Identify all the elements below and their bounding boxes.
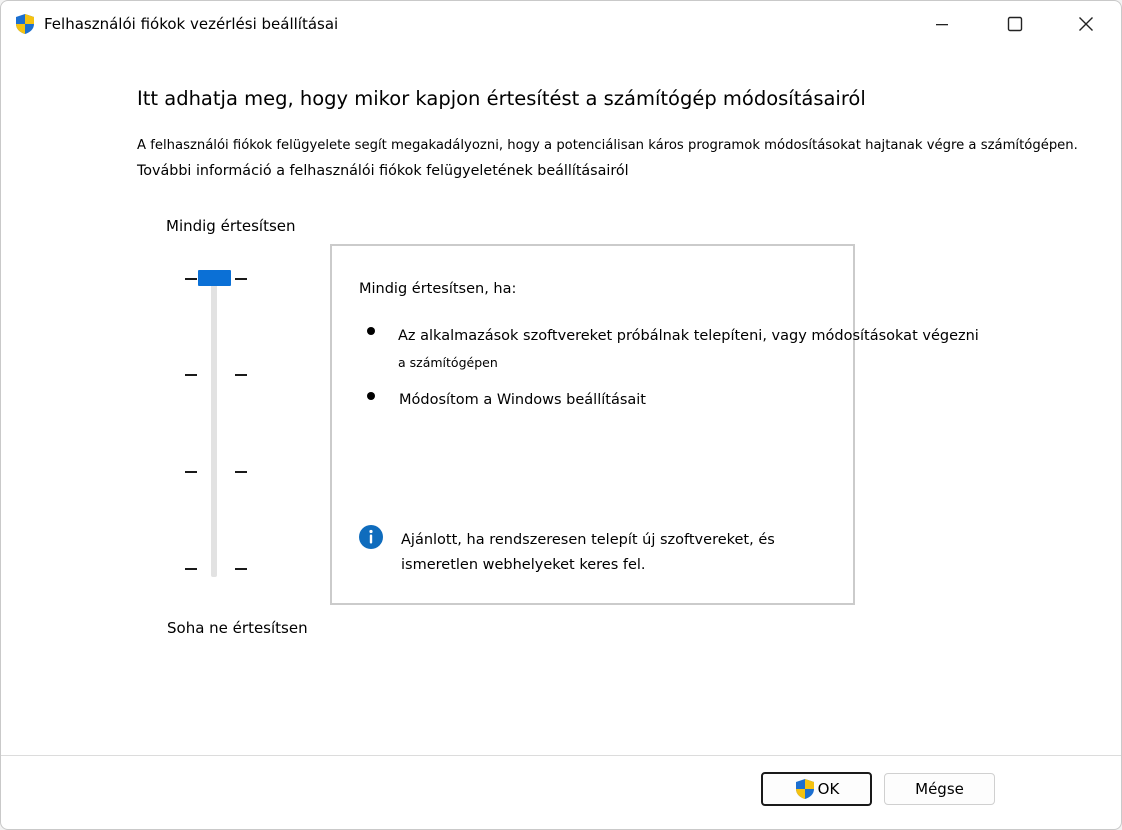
slider-tick-right bbox=[235, 278, 247, 280]
info-heading: Mindig értesítsen, ha: bbox=[359, 281, 517, 297]
notification-level-slider[interactable] bbox=[181, 261, 251, 581]
slider-tick-right bbox=[235, 374, 247, 376]
minimize-icon bbox=[936, 24, 948, 26]
slider-thumb[interactable] bbox=[198, 270, 231, 286]
info-icon bbox=[359, 525, 383, 549]
ok-button-label: OK bbox=[817, 780, 840, 798]
uac-shield-icon bbox=[14, 13, 36, 35]
cancel-button[interactable]: Mégse bbox=[884, 773, 995, 805]
slider-tick-right bbox=[235, 568, 247, 570]
bullet-text: Módosítom a Windows beállításait bbox=[399, 392, 646, 408]
footer-separator bbox=[1, 755, 1121, 756]
page-heading: Itt adhatja meg, hogy mikor kapjon értes… bbox=[137, 87, 866, 110]
minimize-button[interactable] bbox=[907, 1, 977, 47]
close-icon bbox=[1079, 17, 1093, 31]
slider-tick-right bbox=[235, 471, 247, 473]
more-info-link[interactable]: További információ a felhasználói fiókok… bbox=[137, 163, 629, 179]
page-description: A felhasználói fiókok felügyelete segít … bbox=[137, 138, 1078, 153]
bullet-icon bbox=[367, 327, 375, 335]
uac-settings-window: Felhasználói fiókok vezérlési beállítása… bbox=[0, 0, 1122, 830]
slider-top-label: Mindig értesítsen bbox=[166, 217, 296, 235]
slider-tick-left bbox=[185, 278, 197, 280]
slider-tick-left bbox=[185, 374, 197, 376]
slider-tick-left bbox=[185, 471, 197, 473]
recommendation-text: Ajánlott, ha rendszeresen telepít új szo… bbox=[401, 532, 775, 548]
slider-track[interactable] bbox=[211, 273, 217, 577]
window-title: Felhasználói fiókok vezérlési beállítása… bbox=[44, 15, 339, 33]
info-panel bbox=[330, 244, 855, 605]
bullet-text: Az alkalmazások szoftvereket próbálnak t… bbox=[398, 328, 979, 344]
close-button[interactable] bbox=[1051, 1, 1121, 47]
cancel-button-label: Mégse bbox=[915, 780, 964, 798]
maximize-icon bbox=[1007, 16, 1023, 32]
slider-bottom-label: Soha ne értesítsen bbox=[167, 619, 308, 637]
uac-shield-icon bbox=[795, 779, 814, 799]
ok-button[interactable]: OK bbox=[761, 772, 872, 806]
bullet-icon bbox=[367, 392, 375, 400]
maximize-button[interactable] bbox=[980, 1, 1050, 47]
recommendation-text-continuation: ismeretlen webhelyeket keres fel. bbox=[401, 557, 646, 573]
slider-tick-left bbox=[185, 568, 197, 570]
title-bar[interactable]: Felhasználói fiókok vezérlési beállítása… bbox=[1, 1, 1121, 47]
bullet-text-continuation: a számítógépen bbox=[398, 355, 498, 370]
